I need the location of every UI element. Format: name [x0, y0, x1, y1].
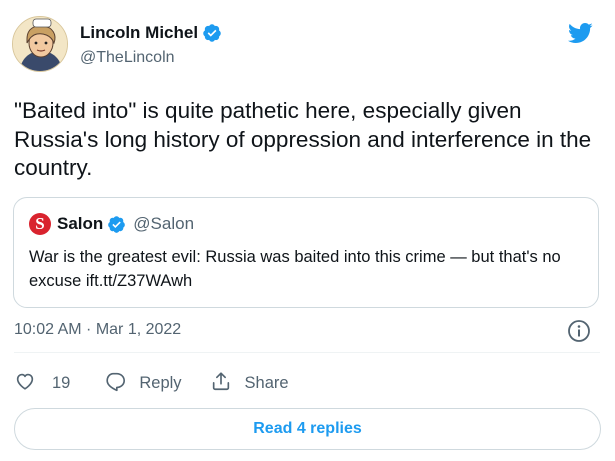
avatar[interactable] — [12, 16, 68, 72]
quoted-author-handle: @Salon — [133, 214, 195, 233]
twitter-bird-icon[interactable] — [565, 20, 595, 46]
quoted-author-name: Salon — [57, 214, 104, 233]
avatar-illustration-icon — [13, 17, 67, 71]
verified-badge-icon — [202, 23, 222, 43]
heart-icon — [14, 370, 36, 397]
salon-logo-icon: S — [29, 213, 51, 235]
quoted-tweet[interactable]: S Salon @Salon War is the greatest evil:… — [13, 197, 599, 308]
share-label: Share — [244, 373, 289, 392]
tweet-card: Lincoln Michel @TheLincoln "Baited into"… — [0, 0, 615, 461]
author-handle[interactable]: @TheLincoln — [80, 49, 222, 67]
read-replies-button[interactable]: Read 4 replies — [14, 408, 601, 450]
reply-button[interactable]: Reply — [104, 370, 182, 397]
like-count: 19 — [52, 373, 71, 392]
verified-badge-icon — [107, 215, 126, 234]
like-button[interactable]: 19 — [14, 370, 70, 397]
info-icon[interactable] — [567, 319, 591, 343]
reply-bubble-icon — [104, 370, 126, 397]
quoted-tweet-header: S Salon @Salon — [29, 212, 194, 236]
author-name-row: Lincoln Michel — [80, 22, 222, 44]
action-bar: 19 Reply Share — [14, 370, 289, 396]
author-info: Lincoln Michel @TheLincoln — [80, 22, 222, 67]
divider — [14, 352, 600, 353]
tweet-text: "Baited into" is quite pathetic here, es… — [14, 98, 592, 180]
reply-label: Reply — [139, 373, 182, 392]
quoted-tweet-text: War is the greatest evil: Russia was bai… — [29, 248, 561, 290]
share-icon — [210, 370, 232, 397]
tweet-timestamp[interactable]: 10:02 AM · Mar 1, 2022 — [14, 321, 181, 339]
author-name[interactable]: Lincoln Michel — [80, 23, 198, 43]
share-button[interactable]: Share — [210, 370, 289, 397]
